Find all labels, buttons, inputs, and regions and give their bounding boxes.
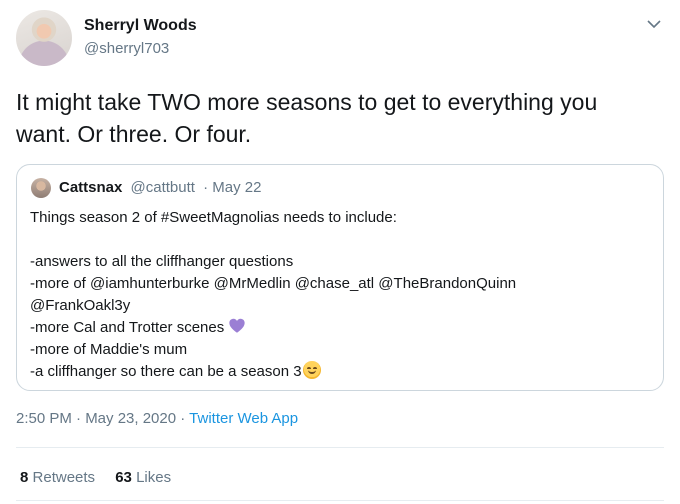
quoted-author-handle: @cattbutt: [130, 179, 195, 196]
likes-label: Likes: [136, 469, 172, 486]
engagement-stats: 8 Retweets 63 Likes: [20, 469, 187, 486]
source-link[interactable]: Twitter Web App: [189, 410, 298, 427]
smirking-face-icon: [302, 361, 321, 379]
retweets-label: Retweets: [32, 469, 96, 486]
quoted-line-with-emoji: -more Cal and Trotter scenes: [30, 317, 650, 339]
tweet-time-date[interactable]: 2:50 PM · May 23, 2020 ·: [16, 410, 189, 427]
retweets-stat[interactable]: 8 Retweets: [20, 469, 95, 486]
quoted-author-name: Cattsnax: [59, 179, 123, 196]
purple-heart-icon: [229, 318, 245, 333]
quoted-line: -more Cal and Trotter scenes: [30, 319, 225, 336]
quoted-line: @FrankOakl3y: [30, 297, 131, 314]
quoted-line: -more of @iamhunterburke @MrMedlin @chas…: [30, 275, 517, 292]
quoted-author-avatar: [31, 178, 51, 198]
divider: [16, 447, 664, 448]
quoted-text: Things season 2 of #SweetMagnolias needs…: [30, 207, 650, 383]
quoted-line: Things season 2 of #SweetMagnolias needs…: [30, 209, 397, 226]
author-name[interactable]: Sherryl Woods: [84, 17, 197, 35]
quoted-line: -more of Maddie's mum: [30, 341, 188, 358]
tweet-timestamp: 2:50 PM · May 23, 2020 · Twitter Web App: [16, 410, 298, 427]
quoted-date: · May 22: [203, 179, 262, 196]
likes-stat[interactable]: 63 Likes: [115, 469, 171, 486]
tweet-text: It might take TWO more seasons to get to…: [16, 89, 598, 147]
author-handle[interactable]: @sherryl703: [84, 40, 169, 57]
likes-count: 63: [115, 469, 132, 486]
quoted-line: -answers to all the cliffhanger question…: [30, 253, 294, 270]
chevron-down-icon[interactable]: [646, 16, 662, 32]
quoted-header: Cattsnax @cattbutt · May 22: [59, 179, 262, 196]
quoted-tweet-card[interactable]: Cattsnax @cattbutt · May 22 Things seaso…: [16, 164, 664, 391]
quoted-line-with-emoji: -a cliffhanger so there can be a season …: [30, 361, 650, 383]
quoted-line: -a cliffhanger so there can be a season …: [30, 363, 302, 380]
divider: [16, 500, 664, 501]
author-avatar[interactable]: [16, 10, 72, 66]
retweets-count: 8: [20, 469, 29, 486]
